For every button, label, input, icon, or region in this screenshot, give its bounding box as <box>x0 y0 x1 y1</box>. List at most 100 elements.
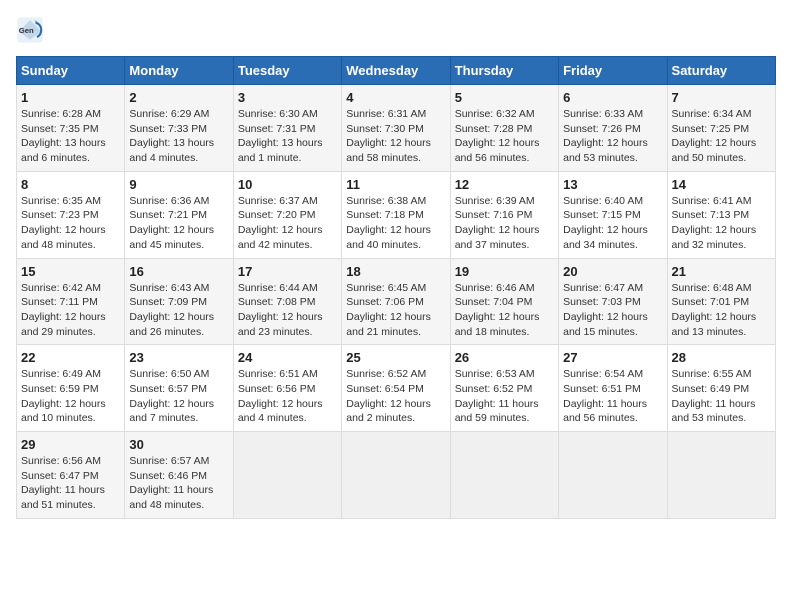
day-number: 3 <box>238 90 337 105</box>
calendar-cell: 3Sunrise: 6:30 AMSunset: 7:31 PMDaylight… <box>233 85 341 172</box>
calendar-cell: 13 Sunrise: 6:40 AMSunset: 7:15 PMDayligh… <box>559 171 667 258</box>
day-info: Sunrise: 6:45 AMSunset: 7:06 PMDaylight:… <box>346 281 445 340</box>
day-number: 28 <box>672 350 771 365</box>
calendar-week-5: 29 Sunrise: 6:56 AMSunset: 6:47 PMDayligh… <box>17 432 776 519</box>
header-day-tuesday: Tuesday <box>233 57 341 85</box>
day-number: 10 <box>238 177 337 192</box>
day-number: 17 <box>238 264 337 279</box>
day-number: 21 <box>672 264 771 279</box>
svg-text:Gen: Gen <box>19 26 34 35</box>
day-number: 19 <box>455 264 554 279</box>
calendar-cell: 9 Sunrise: 6:36 AMSunset: 7:21 PMDaylight… <box>125 171 233 258</box>
day-info: Sunrise: 6:36 AMSunset: 7:21 PMDaylight:… <box>129 194 228 253</box>
day-info: Sunrise: 6:41 AMSunset: 7:13 PMDaylight:… <box>672 194 771 253</box>
calendar-table: SundayMondayTuesdayWednesdayThursdayFrid… <box>16 56 776 519</box>
calendar-cell: 8 Sunrise: 6:35 AMSunset: 7:23 PMDaylight… <box>17 171 125 258</box>
header-day-saturday: Saturday <box>667 57 775 85</box>
calendar-week-1: 1Sunrise: 6:28 AMSunset: 7:35 PMDaylight… <box>17 85 776 172</box>
calendar-cell: 1Sunrise: 6:28 AMSunset: 7:35 PMDaylight… <box>17 85 125 172</box>
calendar-cell <box>559 432 667 519</box>
calendar-cell: 28 Sunrise: 6:55 AMSunset: 6:49 PMDayligh… <box>667 345 775 432</box>
day-info: Sunrise: 6:39 AMSunset: 7:16 PMDaylight:… <box>455 194 554 253</box>
calendar-cell: 22 Sunrise: 6:49 AMSunset: 6:59 PMDayligh… <box>17 345 125 432</box>
calendar-week-2: 8 Sunrise: 6:35 AMSunset: 7:23 PMDaylight… <box>17 171 776 258</box>
day-number: 20 <box>563 264 662 279</box>
day-number: 26 <box>455 350 554 365</box>
calendar-cell: 10Sunrise: 6:37 AMSunset: 7:20 PMDayligh… <box>233 171 341 258</box>
calendar-cell <box>233 432 341 519</box>
day-info: Sunrise: 6:33 AMSunset: 7:26 PMDaylight:… <box>563 107 662 166</box>
day-info: Sunrise: 6:50 AMSunset: 6:57 PMDaylight:… <box>129 367 228 426</box>
calendar-week-4: 22 Sunrise: 6:49 AMSunset: 6:59 PMDayligh… <box>17 345 776 432</box>
day-number: 8 <box>21 177 120 192</box>
calendar-cell: 4Sunrise: 6:31 AMSunset: 7:30 PMDaylight… <box>342 85 450 172</box>
day-info: Sunrise: 6:53 AMSunset: 6:52 PMDaylight:… <box>455 367 554 426</box>
day-info: Sunrise: 6:51 AMSunset: 6:56 PMDaylight:… <box>238 367 337 426</box>
day-info: Sunrise: 6:29 AMSunset: 7:33 PMDaylight:… <box>129 107 228 166</box>
day-number: 24 <box>238 350 337 365</box>
calendar-cell: 14 Sunrise: 6:41 AMSunset: 7:13 PMDayligh… <box>667 171 775 258</box>
calendar-cell: 30 Sunrise: 6:57 AMSunset: 6:46 PMDayligh… <box>125 432 233 519</box>
day-info: Sunrise: 6:38 AMSunset: 7:18 PMDaylight:… <box>346 194 445 253</box>
calendar-cell: 24 Sunrise: 6:51 AMSunset: 6:56 PMDayligh… <box>233 345 341 432</box>
day-info: Sunrise: 6:56 AMSunset: 6:47 PMDaylight:… <box>21 454 120 513</box>
day-number: 14 <box>672 177 771 192</box>
logo: Gen <box>16 16 48 44</box>
calendar-cell: 21 Sunrise: 6:48 AMSunset: 7:01 PMDayligh… <box>667 258 775 345</box>
day-info: Sunrise: 6:34 AMSunset: 7:25 PMDaylight:… <box>672 107 771 166</box>
calendar-cell: 6 Sunrise: 6:33 AMSunset: 7:26 PMDaylight… <box>559 85 667 172</box>
calendar-cell: 19 Sunrise: 6:46 AMSunset: 7:04 PMDayligh… <box>450 258 558 345</box>
day-info: Sunrise: 6:35 AMSunset: 7:23 PMDaylight:… <box>21 194 120 253</box>
day-number: 5 <box>455 90 554 105</box>
day-number: 30 <box>129 437 228 452</box>
calendar-cell <box>450 432 558 519</box>
header-day-friday: Friday <box>559 57 667 85</box>
day-info: Sunrise: 6:42 AMSunset: 7:11 PMDaylight:… <box>21 281 120 340</box>
day-info: Sunrise: 6:40 AMSunset: 7:15 PMDaylight:… <box>563 194 662 253</box>
day-info: Sunrise: 6:52 AMSunset: 6:54 PMDaylight:… <box>346 367 445 426</box>
calendar-cell: 20 Sunrise: 6:47 AMSunset: 7:03 PMDayligh… <box>559 258 667 345</box>
day-number: 25 <box>346 350 445 365</box>
calendar-cell: 11 Sunrise: 6:38 AMSunset: 7:18 PMDayligh… <box>342 171 450 258</box>
calendar-cell: 15 Sunrise: 6:42 AMSunset: 7:11 PMDayligh… <box>17 258 125 345</box>
day-info: Sunrise: 6:28 AMSunset: 7:35 PMDaylight:… <box>21 107 120 166</box>
calendar-cell <box>667 432 775 519</box>
day-number: 15 <box>21 264 120 279</box>
calendar-cell: 16Sunrise: 6:43 AMSunset: 7:09 PMDayligh… <box>125 258 233 345</box>
logo-icon: Gen <box>16 16 44 44</box>
calendar-cell: 27Sunrise: 6:54 AMSunset: 6:51 PMDayligh… <box>559 345 667 432</box>
calendar-cell: 23Sunrise: 6:50 AMSunset: 6:57 PMDayligh… <box>125 345 233 432</box>
calendar-cell: 25 Sunrise: 6:52 AMSunset: 6:54 PMDayligh… <box>342 345 450 432</box>
calendar-header-row: SundayMondayTuesdayWednesdayThursdayFrid… <box>17 57 776 85</box>
day-number: 6 <box>563 90 662 105</box>
day-info: Sunrise: 6:44 AMSunset: 7:08 PMDaylight:… <box>238 281 337 340</box>
header-day-sunday: Sunday <box>17 57 125 85</box>
day-number: 29 <box>21 437 120 452</box>
day-info: Sunrise: 6:48 AMSunset: 7:01 PMDaylight:… <box>672 281 771 340</box>
day-number: 13 <box>563 177 662 192</box>
day-info: Sunrise: 6:46 AMSunset: 7:04 PMDaylight:… <box>455 281 554 340</box>
day-info: Sunrise: 6:47 AMSunset: 7:03 PMDaylight:… <box>563 281 662 340</box>
day-info: Sunrise: 6:57 AMSunset: 6:46 PMDaylight:… <box>129 454 228 513</box>
day-info: Sunrise: 6:55 AMSunset: 6:49 PMDaylight:… <box>672 367 771 426</box>
day-info: Sunrise: 6:49 AMSunset: 6:59 PMDaylight:… <box>21 367 120 426</box>
calendar-cell: 2 Sunrise: 6:29 AMSunset: 7:33 PMDaylight… <box>125 85 233 172</box>
calendar-cell: 26 Sunrise: 6:53 AMSunset: 6:52 PMDayligh… <box>450 345 558 432</box>
page-header: Gen <box>16 16 776 44</box>
day-number: 27 <box>563 350 662 365</box>
day-number: 12 <box>455 177 554 192</box>
day-number: 7 <box>672 90 771 105</box>
calendar-cell: 29 Sunrise: 6:56 AMSunset: 6:47 PMDayligh… <box>17 432 125 519</box>
header-day-monday: Monday <box>125 57 233 85</box>
calendar-cell: 7 Sunrise: 6:34 AMSunset: 7:25 PMDaylight… <box>667 85 775 172</box>
day-number: 11 <box>346 177 445 192</box>
calendar-cell: 18 Sunrise: 6:45 AMSunset: 7:06 PMDayligh… <box>342 258 450 345</box>
day-info: Sunrise: 6:43 AMSunset: 7:09 PMDaylight:… <box>129 281 228 340</box>
day-number: 22 <box>21 350 120 365</box>
day-number: 9 <box>129 177 228 192</box>
day-info: Sunrise: 6:31 AMSunset: 7:30 PMDaylight:… <box>346 107 445 166</box>
header-day-thursday: Thursday <box>450 57 558 85</box>
calendar-cell: 5Sunrise: 6:32 AMSunset: 7:28 PMDaylight… <box>450 85 558 172</box>
day-number: 2 <box>129 90 228 105</box>
day-number: 18 <box>346 264 445 279</box>
